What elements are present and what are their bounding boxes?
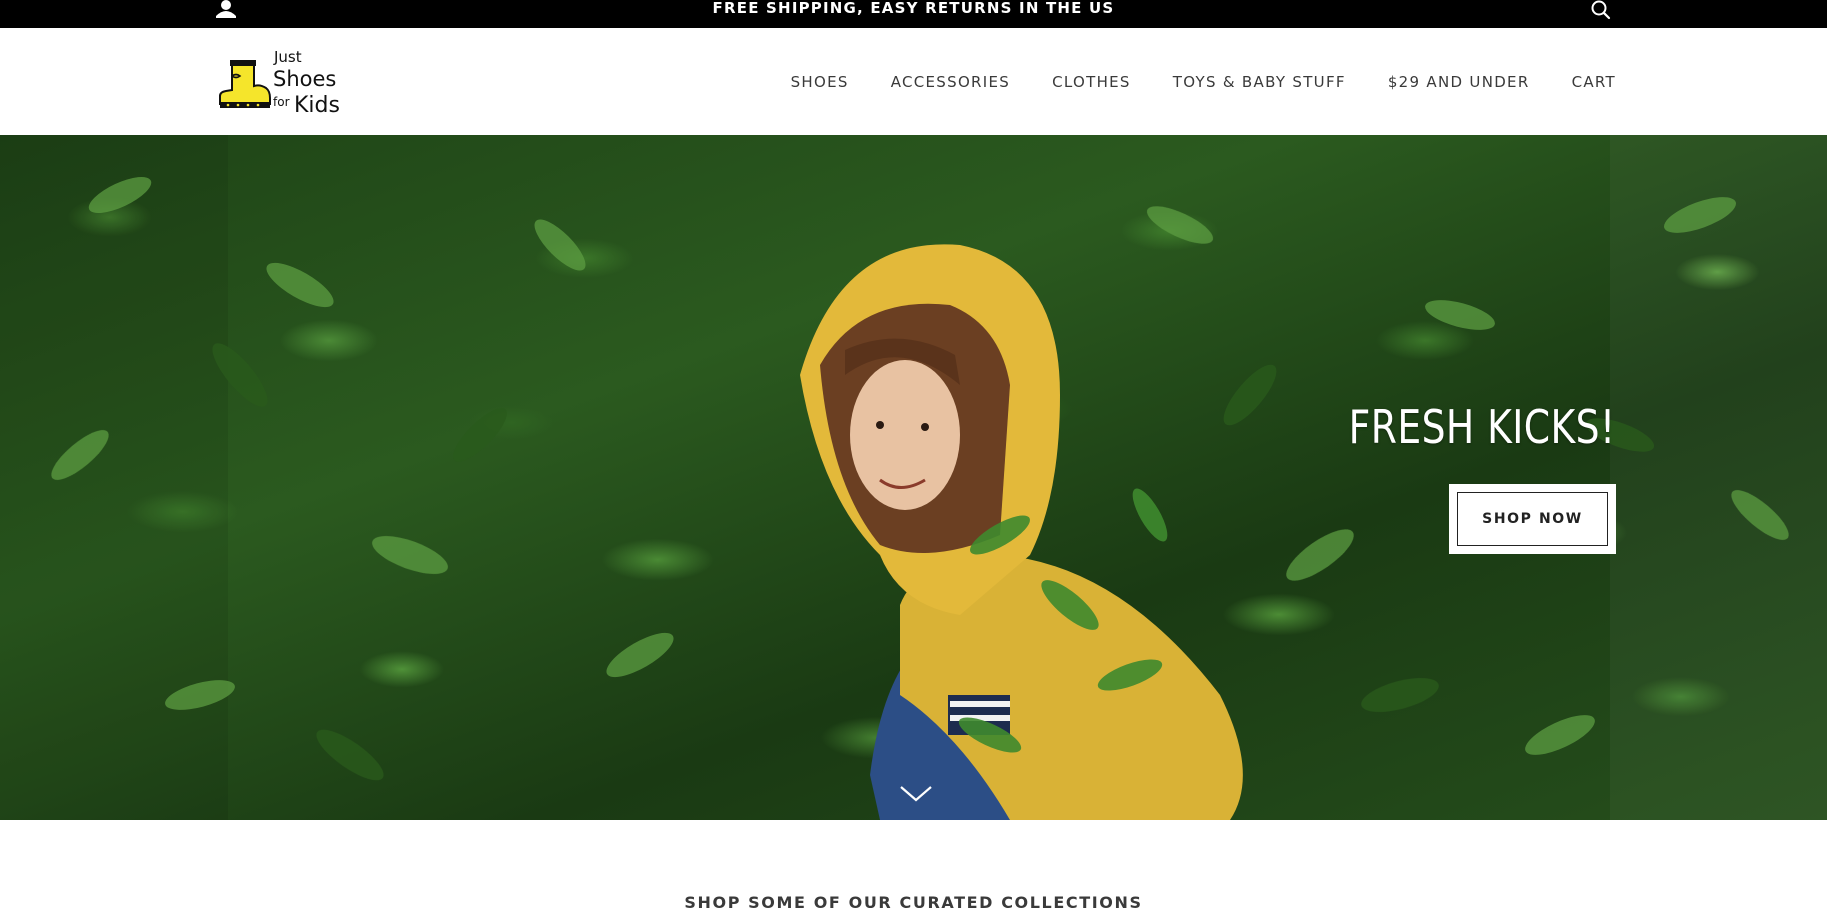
chevron-down-icon[interactable] [898, 783, 934, 805]
nav-item-29-and-under[interactable]: $29 AND UNDER [1388, 73, 1530, 91]
nav-item-clothes[interactable]: CLOTHES [1052, 73, 1131, 91]
announcement-bar: FREE SHIPPING, EASY RETURNS IN THE US [0, 0, 1827, 28]
hero-image [51, 176, 1789, 820]
shop-now-label: SHOP NOW [1457, 492, 1608, 546]
main-nav: SHOES ACCESSORIES CLOTHES TOYS & BABY ST… [791, 28, 1616, 135]
logo-text-shoes: Shoes [273, 67, 336, 91]
logo-text-kids: Kids [294, 93, 340, 118]
nav-item-accessories[interactable]: ACCESSORIES [891, 73, 1010, 91]
nav-item-cart[interactable]: CART [1572, 73, 1616, 91]
site-header: Just Shoes for Kids SHOES ACCESSORIES CL… [0, 28, 1827, 135]
shop-now-button[interactable]: SHOP NOW [1449, 484, 1616, 554]
collections-heading: SHOP SOME OF OUR CURATED COLLECTIONS [684, 893, 1143, 912]
logo-text-for: for [273, 95, 290, 109]
nav-item-shoes[interactable]: SHOES [791, 73, 849, 91]
announcement-text: FREE SHIPPING, EASY RETURNS IN THE US [712, 0, 1115, 17]
search-icon[interactable] [1589, 0, 1613, 22]
site-logo[interactable]: Just Shoes for Kids [218, 46, 343, 118]
nav-item-toys-baby-stuff[interactable]: TOYS & BABY STUFF [1173, 73, 1346, 91]
hero-headline: FRESH KICKS! [1349, 400, 1616, 454]
logo-text-just: Just [273, 48, 302, 66]
hero-banner: FRESH KICKS! SHOP NOW [0, 135, 1827, 820]
